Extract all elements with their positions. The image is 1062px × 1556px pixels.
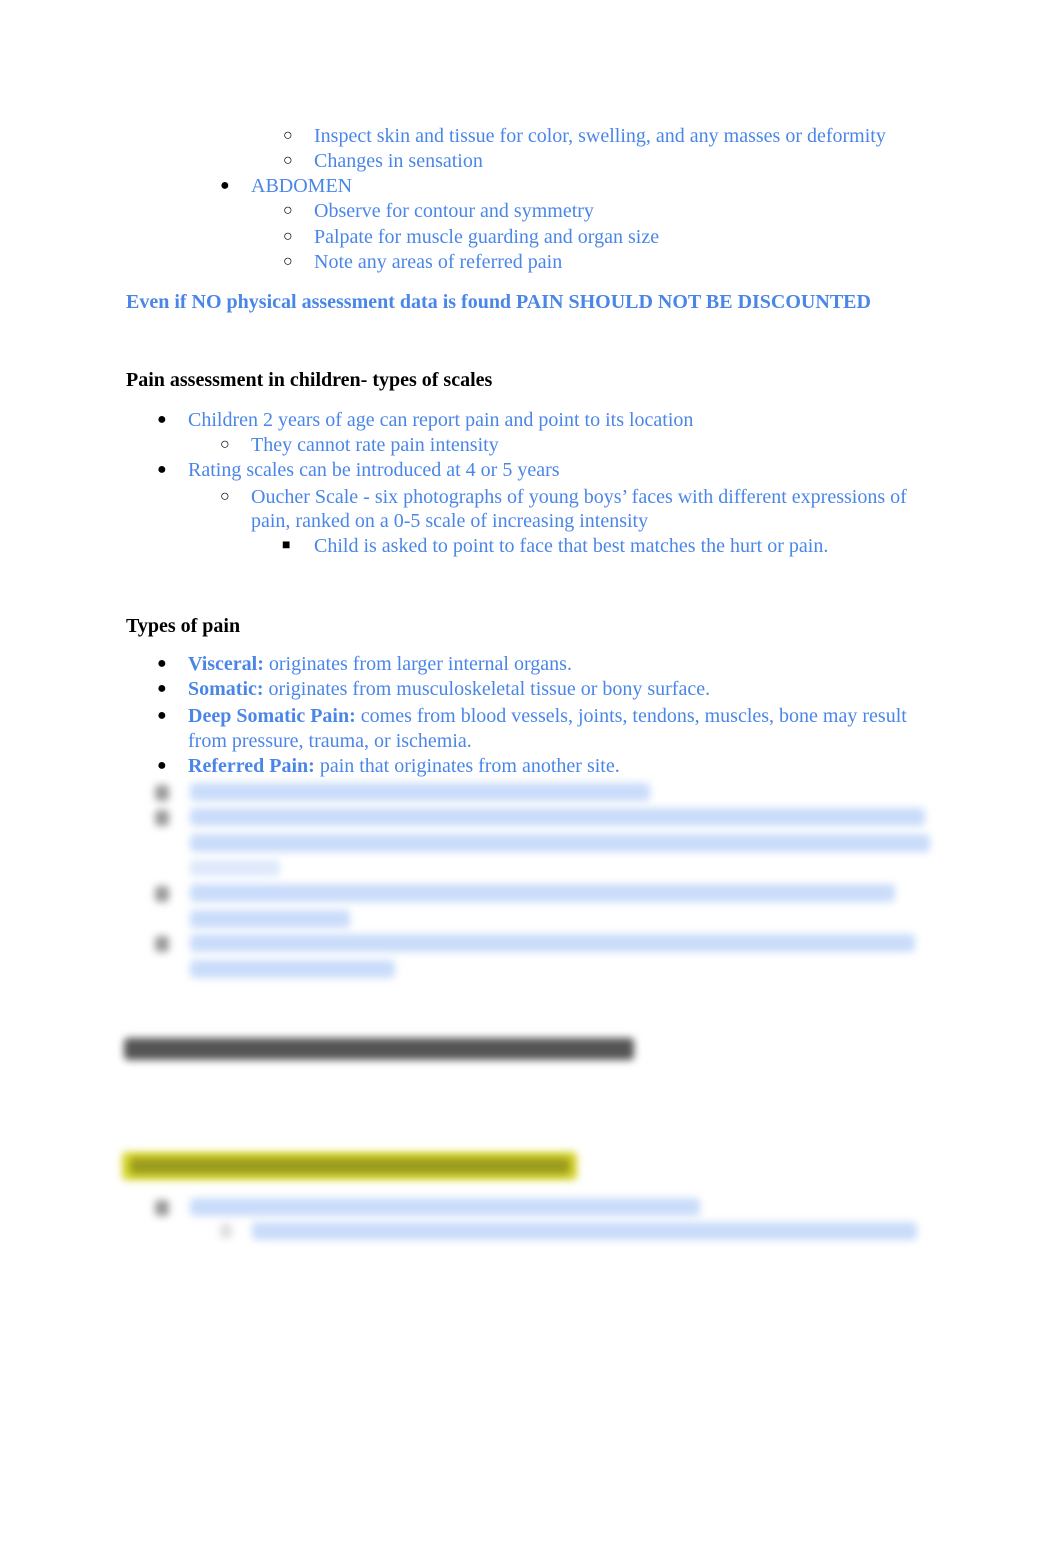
list-item: Inspect skin and tissue for color, swell… (314, 125, 886, 147)
list-item: Note any areas of referred pain (314, 251, 563, 273)
list-item: Palpate for muscle guarding and organ si… (314, 226, 660, 248)
disc-bullet-icon: ● (220, 177, 230, 194)
disc-bullet-icon: ● (157, 757, 167, 774)
circle-bullet-icon: ○ (283, 152, 293, 169)
circle-bullet-icon: ○ (220, 488, 230, 505)
circle-bullet-icon: ○ (283, 228, 293, 245)
circle-bullet-icon: ○ (283, 253, 293, 270)
disc-bullet-icon: ● (157, 680, 167, 697)
disc-bullet-icon: ● (157, 655, 167, 672)
list-item: They cannot rate pain intensity (251, 434, 499, 456)
section-heading: Pain assessment in children- types of sc… (126, 369, 493, 391)
list-item: Oucher Scale - six photographs of young … (251, 486, 907, 508)
circle-bullet-icon: ○ (220, 436, 230, 453)
list-item: Referred Pain: pain that originates from… (188, 755, 620, 777)
list-item-continuation: pain, ranked on a 0-5 scale of increasin… (251, 510, 649, 532)
list-item-continuation: from pressure, trauma, or ischemia. (188, 730, 472, 752)
list-item: Changes in sensation (314, 150, 483, 172)
disc-bullet-icon: ● (157, 411, 167, 428)
list-item: Children 2 years of age can report pain … (188, 409, 694, 431)
square-bullet-icon: ■ (282, 538, 291, 553)
circle-bullet-icon: ○ (283, 127, 293, 144)
disc-bullet-icon: ● (157, 461, 167, 478)
list-item: Observe for contour and symmetry (314, 200, 594, 222)
list-item: Visceral: originates from larger interna… (188, 653, 572, 675)
circle-bullet-icon: ○ (283, 202, 293, 219)
list-item: Somatic: originates from musculoskeletal… (188, 678, 711, 700)
list-item: ABDOMEN (251, 175, 353, 197)
disc-bullet-icon: ● (157, 707, 167, 724)
list-item: Child is asked to point to face that bes… (314, 535, 829, 557)
section-heading: Types of pain (126, 615, 241, 637)
list-item: Deep Somatic Pain: comes from blood vess… (188, 705, 907, 727)
list-item: Rating scales can be introduced at 4 or … (188, 459, 560, 481)
pain-note: Even if NO physical assessment data is f… (126, 291, 871, 313)
